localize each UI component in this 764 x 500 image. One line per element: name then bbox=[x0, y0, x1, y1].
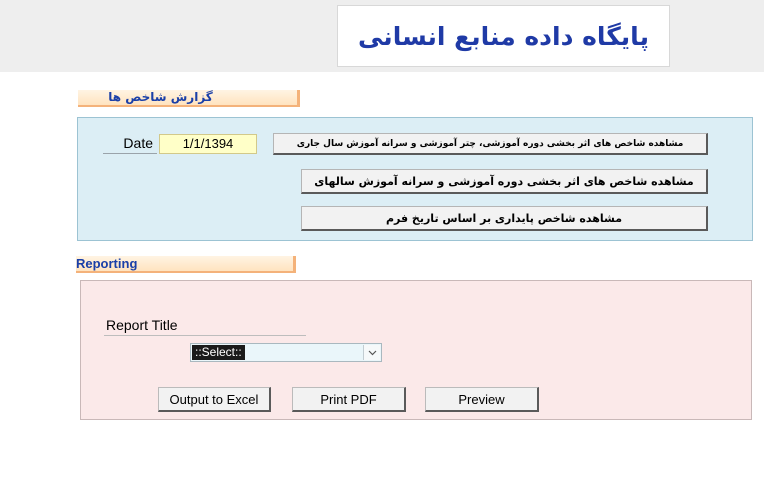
sustainability-index-button[interactable]: مشاهده شاخص پایداری بر اساس تاریخ فرم bbox=[301, 206, 708, 231]
app-title-box: پایگاه داده منابع انسانی bbox=[337, 5, 670, 67]
output-to-excel-button[interactable]: Output to Excel bbox=[158, 387, 271, 412]
print-pdf-button[interactable]: Print PDF bbox=[292, 387, 406, 412]
chevron-down-icon[interactable] bbox=[363, 345, 380, 360]
report-title-select[interactable]: ::Select:: bbox=[190, 343, 382, 362]
indicators-section-title: گزارش شاخص ها bbox=[78, 90, 300, 107]
reporting-section-title: Reporting bbox=[76, 256, 296, 273]
date-input[interactable]: 1/1/1394 bbox=[159, 134, 257, 154]
app-title: پایگاه داده منابع انسانی bbox=[358, 21, 649, 51]
current-year-effectiveness-button[interactable]: مشاهده شاخص های اثر بخشی دوره آموزشی، چت… bbox=[273, 133, 708, 155]
yearly-effectiveness-button[interactable]: مشاهده شاخص های اثر بخشی دوره آموزشی و س… bbox=[301, 169, 708, 194]
report-title-label: Report Title bbox=[104, 316, 306, 336]
select-value: ::Select:: bbox=[192, 345, 245, 360]
preview-button[interactable]: Preview bbox=[425, 387, 539, 412]
date-label: Date bbox=[103, 134, 157, 154]
